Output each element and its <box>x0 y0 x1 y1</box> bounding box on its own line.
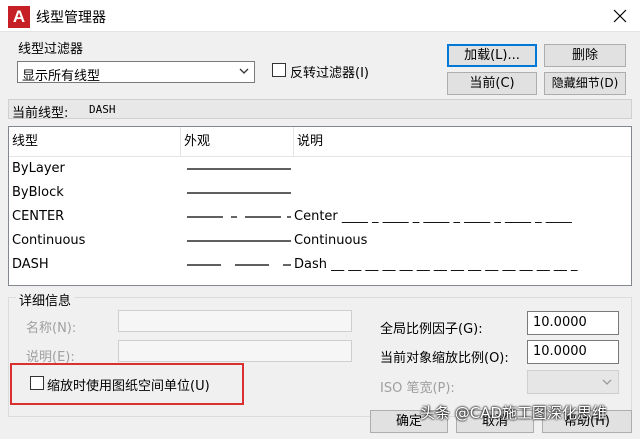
linetype-name: CENTER <box>12 209 65 224</box>
annotation-highlight-box <box>10 363 244 405</box>
iso-pen-width-select[interactable] <box>527 370 619 394</box>
watermark-text: 头条 @CAD施工图深化思维 <box>420 404 608 422</box>
filter-group-label: 线型过滤器 <box>18 42 84 57</box>
object-scale-label: 当前对象缩放比例(O): <box>380 351 509 366</box>
linetype-description: Continuous <box>294 233 368 248</box>
column-header-appearance[interactable]: 外观 <box>181 127 294 157</box>
invert-filter-label: 反转过滤器(I) <box>290 66 369 81</box>
set-current-button[interactable]: 当前(C) <box>447 72 537 95</box>
chevron-down-icon <box>601 376 613 392</box>
linetype-name: DASH <box>12 257 49 272</box>
list-header: 线型 外观 说明 <box>9 127 631 157</box>
current-linetype-bar: 当前线型: DASH <box>8 99 632 121</box>
table-row[interactable]: ByBlock <box>9 181 631 205</box>
load-button[interactable]: 加载(L)... <box>447 44 537 67</box>
current-linetype-label: 当前线型: <box>12 106 69 121</box>
hide-details-button[interactable]: 隐藏细节(D) <box>544 72 626 95</box>
linetype-name: ByBlock <box>12 185 64 200</box>
close-icon[interactable] <box>600 0 640 32</box>
details-group-label: 详细信息 <box>16 290 75 309</box>
linetype-appearance-dash <box>187 264 291 266</box>
global-scale-label: 全局比例因子(G): <box>380 322 483 337</box>
object-scale-input[interactable]: 10.0000 <box>527 340 619 364</box>
delete-button[interactable]: 删除 <box>544 44 626 67</box>
table-row[interactable]: DASH Dash __ __ __ __ __ __ __ __ __ __ … <box>9 253 631 277</box>
column-header-description[interactable]: 说明 <box>294 127 630 157</box>
current-linetype-value: DASH <box>89 103 116 116</box>
linetype-description: Center ____ _ ____ _ ____ _ ____ _ ____ … <box>294 209 572 224</box>
global-scale-input[interactable]: 10.0000 <box>527 311 619 335</box>
linetype-appearance-solid <box>187 240 291 242</box>
invert-filter-checkbox[interactable] <box>272 63 286 77</box>
name-label: 名称(N): <box>26 321 77 336</box>
linetype-name: ByLayer <box>12 161 65 176</box>
table-row[interactable]: CENTER Center ____ _ ____ _ ____ _ ____ … <box>9 205 631 229</box>
title-bar: A 线型管理器 <box>0 0 640 32</box>
linetype-name: Continuous <box>12 233 86 248</box>
chevron-down-icon <box>238 65 250 81</box>
iso-pen-width-label: ISO 笔宽(P): <box>380 381 455 396</box>
column-header-linetype[interactable]: 线型 <box>9 127 181 157</box>
linetype-list[interactable]: 线型 外观 说明 ByLayer ByBlock CENTER Center _… <box>8 126 632 286</box>
linetype-appearance-center <box>187 216 291 218</box>
name-field[interactable] <box>118 310 352 332</box>
linetype-appearance-solid <box>187 168 291 170</box>
description-field[interactable] <box>118 340 352 362</box>
linetype-description: Dash __ __ __ __ __ __ __ __ __ __ __ __… <box>294 257 578 272</box>
table-row[interactable]: ByLayer <box>9 157 631 181</box>
autocad-logo-icon: A <box>8 6 30 28</box>
filter-select[interactable]: 显示所有线型 <box>17 61 255 84</box>
table-row[interactable]: Continuous Continuous <box>9 229 631 253</box>
filter-selected-value: 显示所有线型 <box>22 69 101 84</box>
linetype-appearance-solid <box>187 192 291 194</box>
window-title: 线型管理器 <box>36 10 106 26</box>
